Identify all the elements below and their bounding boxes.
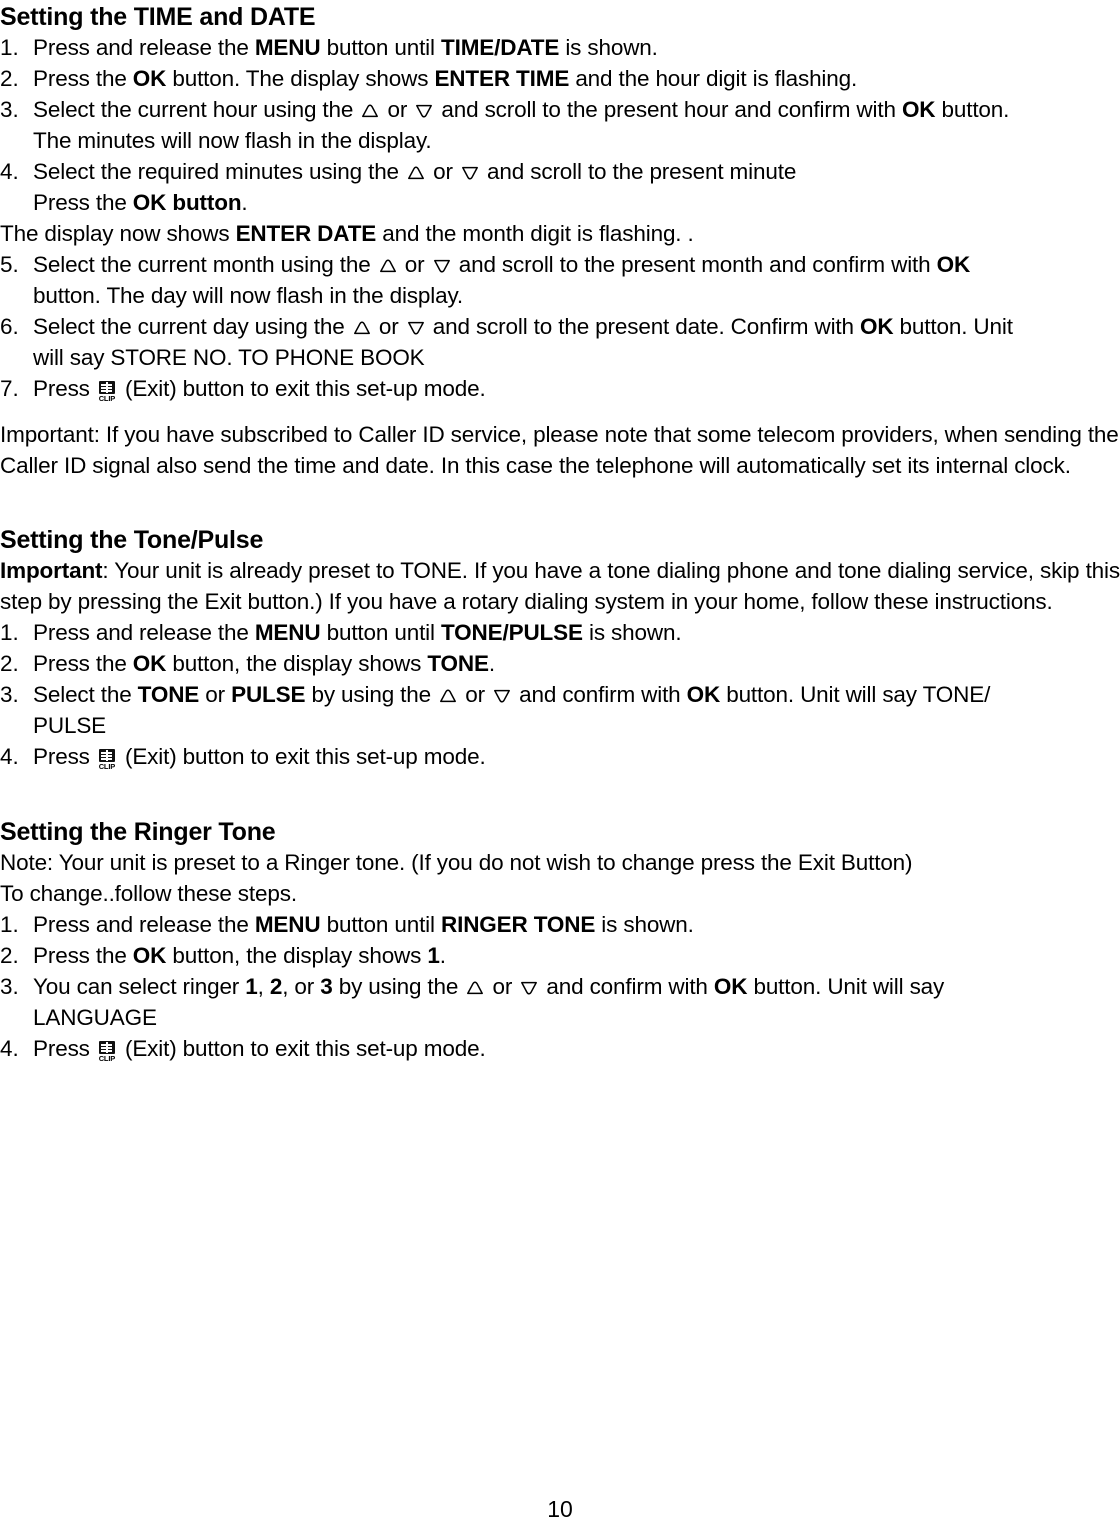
interleaved-note: The display now shows ENTER DATE and the…: [0, 221, 694, 246]
triangle-up-icon: [352, 320, 372, 336]
emphasis-text: 2: [269, 974, 283, 999]
step-continuation-line: button. The day will now flash in the di…: [33, 283, 464, 308]
step-continuation-line: The minutes will now flash in the displa…: [33, 128, 432, 153]
numbered-step: 3. You can select ringer 1, 2, or 3 by us…: [0, 971, 1120, 1002]
step-number: 5.: [0, 252, 19, 277]
triangle-up-icon: [465, 980, 485, 996]
step-number: 4.: [0, 1036, 19, 1061]
emphasis-text: MENU: [254, 620, 321, 645]
numbered-step: 3. Select the TONE or PULSE by using the …: [0, 679, 1120, 710]
step-number: 3.: [0, 97, 19, 122]
page-content: Setting the TIME and DATE 1. Press and rel…: [0, 2, 1120, 1065]
section-intro-paragraph: Important: Your unit is already preset t…: [0, 558, 1120, 614]
section-note-line-1: Note: Your unit is preset to a Ringer to…: [0, 850, 913, 875]
step-number: 1.: [0, 620, 19, 645]
clip-icon-label: CLIP: [98, 394, 116, 403]
triangle-up-icon: [378, 258, 398, 274]
step-number: 2.: [0, 66, 19, 91]
emphasis-text: Important: [0, 558, 103, 583]
emphasis-text: 3: [320, 974, 333, 999]
step-continuation-line: Press the OK button.: [33, 190, 248, 215]
emphasis-text: MENU: [254, 912, 321, 937]
triangle-down-icon: [432, 258, 452, 274]
numbered-step: 3. Select the current hour using the or a…: [0, 94, 1120, 125]
clip-exit-icon: CLIP: [97, 1041, 117, 1065]
numbered-step: 7. Press CLIP (Exit) button to exit this …: [0, 373, 1120, 405]
emphasis-text: OK: [713, 974, 748, 999]
triangle-down-icon: [414, 103, 434, 119]
clip-exit-icon: CLIP: [97, 381, 117, 405]
section-heading-time-and-date: Setting the TIME and DATE: [0, 3, 316, 31]
step-number: 7.: [0, 376, 19, 401]
emphasis-text: PULSE: [231, 682, 306, 707]
triangle-up-icon: [406, 165, 426, 181]
step-number: 4.: [0, 159, 19, 184]
emphasis-text: OK: [936, 252, 971, 277]
clip-book-glyph: [98, 1041, 115, 1054]
emphasis-text: TIME/DATE: [441, 35, 560, 60]
numbered-step: 5. Select the current month using the or …: [0, 249, 1120, 280]
emphasis-text: OK: [132, 66, 167, 91]
emphasis-text: OK: [859, 314, 894, 339]
numbered-step: 2. Press the OK button, the display shows…: [0, 648, 1120, 679]
trailing-paragraph: Important: If you have subscribed to Cal…: [0, 422, 1119, 478]
page-number: 10: [547, 1496, 573, 1522]
clip-icon-label: CLIP: [98, 762, 116, 771]
step-continuation-line: PULSE: [33, 713, 107, 738]
step-number: 3.: [0, 974, 19, 999]
emphasis-text: TONE: [427, 651, 489, 676]
section-note-line-2: To change..follow these steps.: [0, 881, 297, 906]
emphasis-text: 1: [427, 943, 440, 968]
section-heading-ringer-tone: Setting the Ringer Tone: [0, 818, 276, 846]
triangle-down-icon: [519, 980, 539, 996]
emphasis-text: ENTER TIME: [434, 66, 570, 91]
triangle-down-icon: [492, 688, 512, 704]
emphasis-text: RINGER TONE: [441, 912, 596, 937]
clip-icon-label: CLIP: [98, 1054, 116, 1063]
step-number: 4.: [0, 744, 19, 769]
step-number: 3.: [0, 682, 19, 707]
triangle-down-icon: [406, 320, 426, 336]
emphasis-text: OK: [686, 682, 721, 707]
clip-book-glyph: [98, 749, 115, 762]
numbered-step: 2. Press the OK button, the display shows…: [0, 940, 1120, 971]
emphasis-text: TONE: [137, 682, 200, 707]
emphasis-text: MENU: [254, 35, 321, 60]
emphasis-text: OK: [132, 651, 167, 676]
numbered-step: 4. Select the required minutes using the …: [0, 156, 1120, 187]
numbered-step: 4. Press CLIP (Exit) button to exit this …: [0, 1033, 1120, 1065]
triangle-down-icon: [460, 165, 480, 181]
numbered-step: 2. Press the OK button. The display shows…: [0, 63, 1120, 94]
manual-page: Setting the TIME and DATE 1. Press and rel…: [0, 0, 1120, 1540]
numbered-step: 1. Press and release the MENU button unti…: [0, 32, 1120, 63]
section-heading-tone-pulse: Setting the Tone/Pulse: [0, 526, 264, 554]
step-number: 1.: [0, 912, 19, 937]
emphasis-text: TONE/PULSE: [441, 620, 583, 645]
step-number: 1.: [0, 35, 19, 60]
numbered-step: 4. Press CLIP (Exit) button to exit this …: [0, 741, 1120, 773]
step-number: 2.: [0, 943, 19, 968]
emphasis-text: 1: [245, 974, 258, 999]
clip-exit-icon: CLIP: [97, 749, 117, 773]
numbered-step: 1. Press and release the MENU button unti…: [0, 617, 1120, 648]
emphasis-text: OK: [901, 97, 936, 122]
numbered-step: 6. Select the current day using the or an…: [0, 311, 1120, 342]
emphasis-text: OK button: [132, 190, 242, 215]
step-continuation-line: will say STORE NO. TO PHONE BOOK: [33, 345, 425, 370]
triangle-up-icon: [360, 103, 380, 119]
step-number: 6.: [0, 314, 19, 339]
step-number: 2.: [0, 651, 19, 676]
emphasis-text: ENTER DATE: [235, 221, 377, 246]
numbered-step: 1. Press and release the MENU button unti…: [0, 909, 1120, 940]
emphasis-text: OK: [132, 943, 167, 968]
triangle-up-icon: [438, 688, 458, 704]
clip-book-glyph: [98, 381, 115, 394]
step-continuation-line: LANGUAGE: [33, 1005, 157, 1030]
